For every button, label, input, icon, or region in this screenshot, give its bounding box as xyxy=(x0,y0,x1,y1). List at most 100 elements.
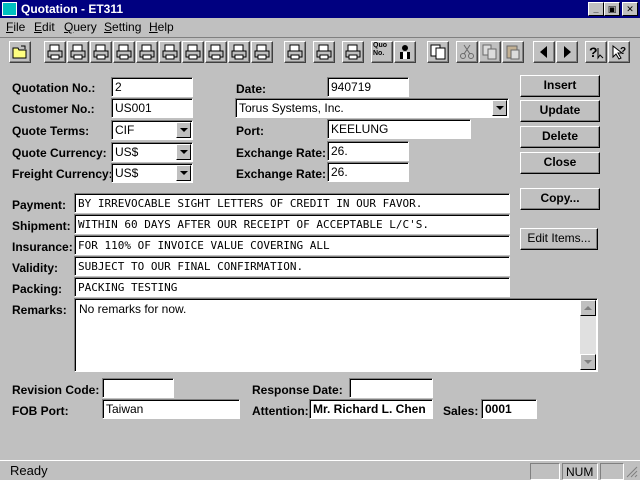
print-report-5-icon[interactable] xyxy=(136,41,158,63)
close-icon[interactable]: ✕ xyxy=(622,2,638,16)
delete-button[interactable]: Delete xyxy=(520,126,600,148)
help-icon[interactable]: ? xyxy=(585,41,607,63)
port-field[interactable]: KEELUNG xyxy=(327,119,471,139)
menu-help-key: H xyxy=(149,20,158,34)
port-label: Port: xyxy=(236,124,264,138)
customer-no-field[interactable]: US001 xyxy=(111,98,193,118)
chevron-down-icon[interactable] xyxy=(176,122,191,138)
insurance-label: Insurance: xyxy=(12,240,73,254)
validity-label: Validity: xyxy=(12,261,59,275)
chevron-down-icon[interactable] xyxy=(176,165,191,181)
quotation-number-icon[interactable]: Quo No. xyxy=(371,41,393,63)
quote-terms-value: CIF xyxy=(115,123,135,137)
status-panel-empty xyxy=(530,463,560,480)
print-icon[interactable] xyxy=(284,41,306,63)
print-report-3-icon[interactable] xyxy=(90,41,112,63)
update-button[interactable]: Update xyxy=(520,100,600,122)
cut-icon[interactable] xyxy=(456,41,478,63)
menu-setting[interactable]: Setting xyxy=(104,20,141,34)
quote-currency-value: US$ xyxy=(115,145,139,159)
status-text: Ready xyxy=(10,463,48,478)
menu-setting-key: S xyxy=(104,20,113,34)
quote-terms-label: Quote Terms: xyxy=(12,124,90,138)
title-bar[interactable]: Quotation - ET311 _ ▣ ✕ xyxy=(0,0,640,18)
menu-file-rest: ile xyxy=(13,20,26,34)
remarks-textarea[interactable]: No remarks for now. xyxy=(74,298,598,372)
date-field[interactable]: 940719 xyxy=(327,77,409,97)
paste-icon[interactable] xyxy=(502,41,524,63)
revision-code-field[interactable] xyxy=(102,378,174,398)
attention-label: Attention: xyxy=(252,404,309,418)
customer-no-label: Customer No.: xyxy=(12,102,95,116)
print-report-10-icon[interactable] xyxy=(251,41,273,63)
edit-items-button[interactable]: Edit Items... xyxy=(520,228,598,250)
chevron-down-icon[interactable] xyxy=(492,100,507,116)
menu-bar: File Edit Query Setting Help xyxy=(0,18,640,36)
menu-query-key: Q xyxy=(64,20,74,34)
menu-help-rest: elp xyxy=(157,20,174,34)
payment-label: Payment: xyxy=(12,198,67,212)
revision-code-label: Revision Code: xyxy=(12,383,100,397)
print-report-7-icon[interactable] xyxy=(182,41,204,63)
print-report-1-icon[interactable] xyxy=(44,41,66,63)
date-label: Date: xyxy=(236,82,267,96)
scroll-up-icon[interactable] xyxy=(580,300,596,316)
next-record-icon[interactable] xyxy=(556,41,578,63)
copy-record-icon[interactable] xyxy=(427,41,449,63)
menu-query[interactable]: Query xyxy=(64,20,97,34)
freight-currency-select[interactable]: US$ xyxy=(111,163,193,183)
print-report-2-icon[interactable] xyxy=(67,41,89,63)
menu-edit-rest: dit xyxy=(42,20,55,34)
svg-text:?: ? xyxy=(620,46,626,57)
validity-field[interactable]: SUBJECT TO OUR FINAL CONFIRMATION. xyxy=(74,256,510,276)
shipment-field[interactable]: WITHIN 60 DAYS AFTER OUR RECEIPT OF ACCE… xyxy=(74,214,510,234)
minimize-icon[interactable]: _ xyxy=(588,2,604,16)
sales-field[interactable]: 0001 xyxy=(481,399,537,419)
contact-person-icon[interactable] xyxy=(394,41,416,63)
menu-edit-key: E xyxy=(34,20,43,34)
insurance-field[interactable]: FOR 110% OF INVOICE VALUE COVERING ALL xyxy=(74,235,510,255)
context-help-icon[interactable]: ? xyxy=(608,41,630,63)
freight-exchange-rate-label: Exchange Rate: xyxy=(236,167,327,181)
print-setup-icon[interactable] xyxy=(313,41,335,63)
print-report-9-icon[interactable] xyxy=(228,41,250,63)
quote-currency-select[interactable]: US$ xyxy=(111,142,193,162)
menu-edit[interactable]: Edit xyxy=(34,20,55,34)
app-icon[interactable] xyxy=(2,2,17,16)
chevron-down-icon[interactable] xyxy=(176,144,191,160)
toolbar: Quo No. ? ? xyxy=(0,37,640,65)
customer-name-select[interactable]: Torus Systems, Inc. xyxy=(235,98,509,118)
copy-icon[interactable] xyxy=(479,41,501,63)
fob-port-field[interactable]: Taiwan xyxy=(102,399,240,419)
sales-label: Sales: xyxy=(443,404,479,418)
packing-label: Packing: xyxy=(12,282,63,296)
exchange-rate-label: Exchange Rate: xyxy=(236,146,327,160)
insert-button[interactable]: Insert xyxy=(520,75,600,97)
quote-terms-select[interactable]: CIF xyxy=(111,120,193,140)
quotation-no-label: Quotation No.: xyxy=(12,81,96,95)
menu-setting-rest: etting xyxy=(112,20,142,34)
print-report-4-icon[interactable] xyxy=(113,41,135,63)
exchange-rate-field[interactable]: 26. xyxy=(327,141,409,161)
quo-no-icon-text: Quo No. xyxy=(373,42,387,57)
scroll-down-icon[interactable] xyxy=(580,354,596,370)
print-report-8-icon[interactable] xyxy=(205,41,227,63)
print-report-6-icon[interactable] xyxy=(159,41,181,63)
restore-icon[interactable]: ▣ xyxy=(604,2,620,16)
copy-button[interactable]: Copy... xyxy=(520,188,600,210)
freight-exchange-rate-field[interactable]: 26. xyxy=(327,162,409,182)
status-panel-scroll xyxy=(600,463,624,480)
packing-field[interactable]: PACKING TESTING xyxy=(74,277,510,297)
response-date-field[interactable] xyxy=(349,378,433,398)
remarks-scrollbar[interactable] xyxy=(580,300,596,370)
payment-field[interactable]: BY IRREVOCABLE SIGHT LETTERS OF CREDIT I… xyxy=(74,193,510,213)
print-preview-icon[interactable] xyxy=(342,41,364,63)
close-button[interactable]: Close xyxy=(520,152,600,174)
previous-record-icon[interactable] xyxy=(533,41,555,63)
menu-file[interactable]: File xyxy=(6,20,25,34)
quotation-no-field[interactable]: 2 xyxy=(111,77,193,97)
open-folder-icon[interactable] xyxy=(9,41,31,63)
menu-help[interactable]: Help xyxy=(149,20,174,34)
resize-grip-icon[interactable] xyxy=(626,466,638,478)
attention-field[interactable]: Mr. Richard L. Chen xyxy=(309,399,433,419)
